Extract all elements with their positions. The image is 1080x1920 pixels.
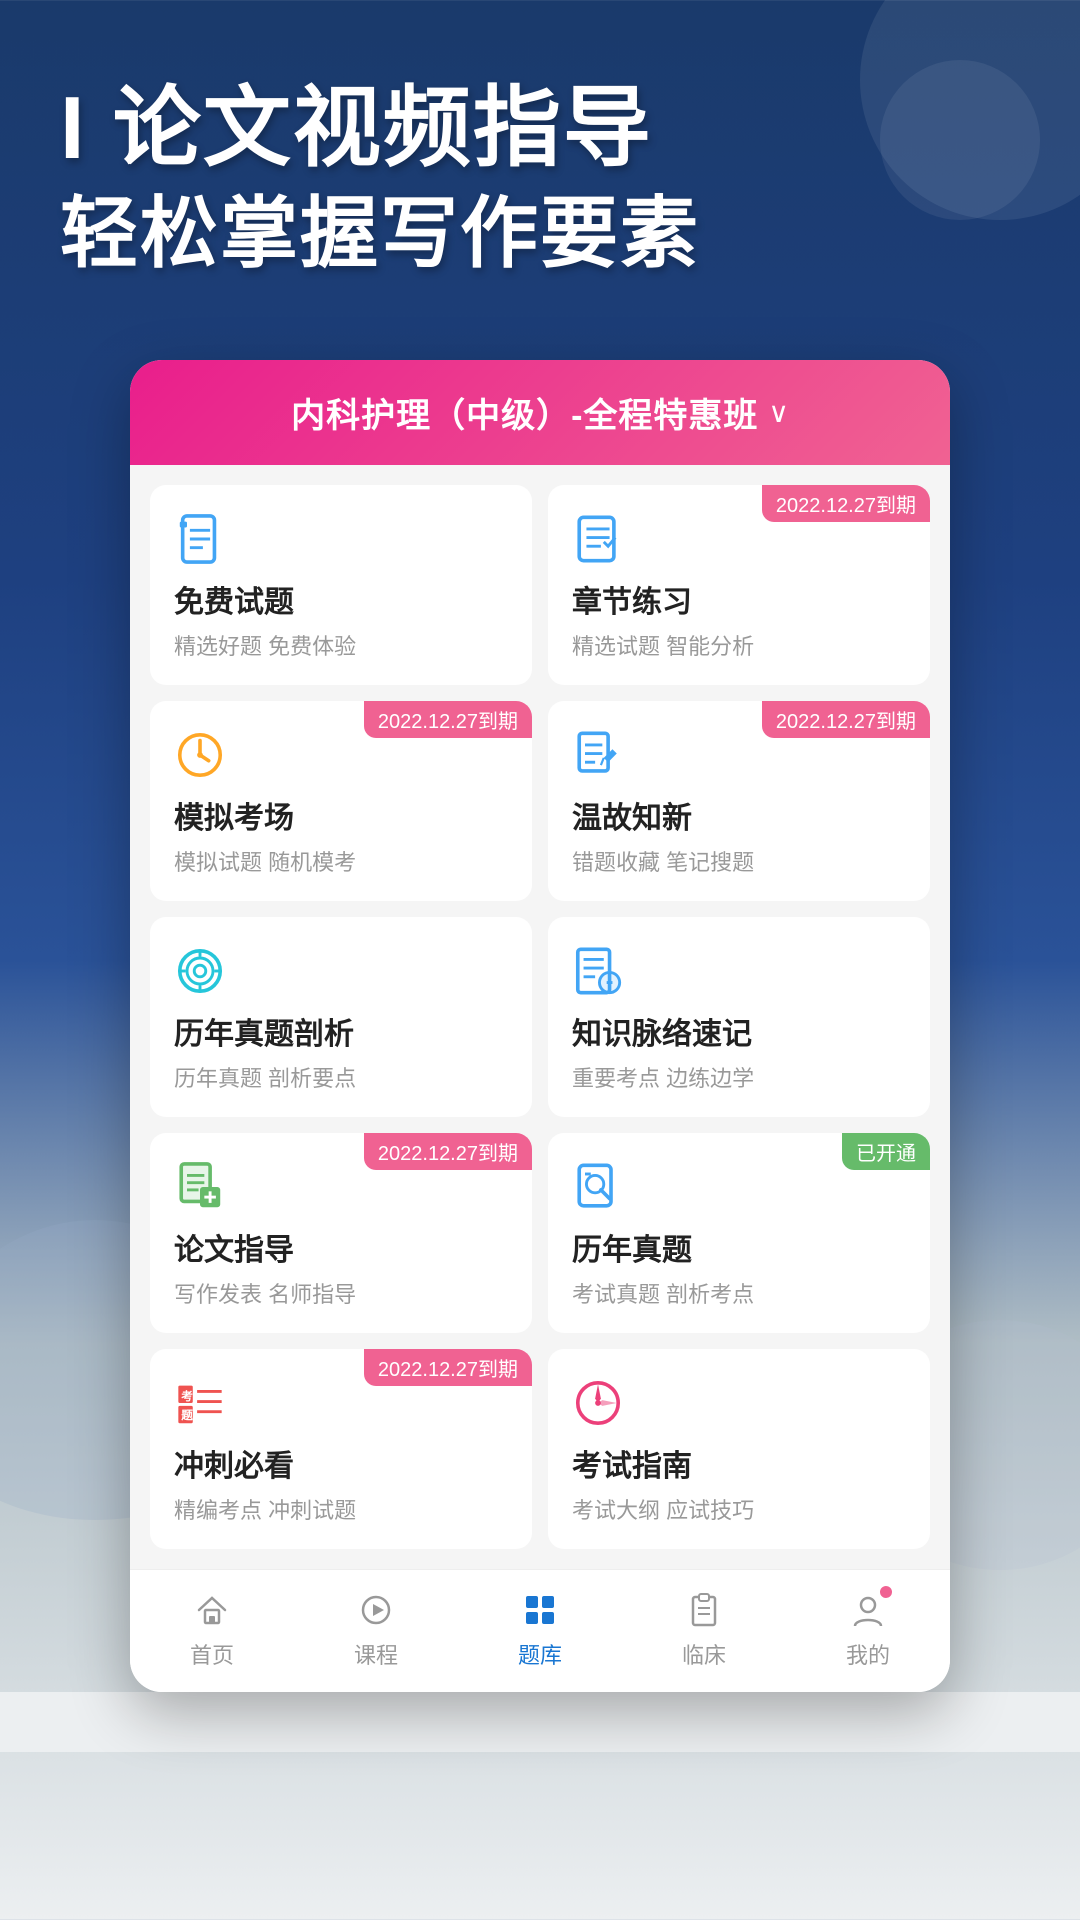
user-icon <box>846 1588 890 1632</box>
nav-label-course: 课程 <box>354 1638 398 1670</box>
card-knowledge-map-name: 知识脉络速记 <box>572 1009 906 1053</box>
card-exam-guide-desc: 考试大纲 应试技巧 <box>572 1493 906 1525</box>
card-free-questions-name: 免费试题 <box>174 577 508 621</box>
bottom-area <box>0 1692 1080 1752</box>
card-past-exams-badge: 已开通 <box>842 1133 930 1170</box>
card-free-questions[interactable]: 免费试题 精选好题 免费体验 <box>150 485 532 685</box>
nav-item-clinical[interactable]: 临床 <box>682 1588 726 1670</box>
card-thesis-guide[interactable]: 2022.12.27到期 论文指导 写作发表 名师指导 <box>150 1133 532 1333</box>
card-review-name: 温故知新 <box>572 793 906 837</box>
compass-icon <box>572 1377 624 1429</box>
card-sprint-name: 冲刺必看 <box>174 1441 508 1485</box>
card-mock-exam[interactable]: 2022.12.27到期 模拟考场 模拟试题 随机模考 <box>150 701 532 901</box>
nav-label-home: 首页 <box>190 1638 234 1670</box>
card-knowledge-map[interactable]: 知识脉络速记 重要考点 边练边学 <box>548 917 930 1117</box>
card-past-analysis-desc: 历年真题 剖析要点 <box>174 1061 508 1093</box>
card-sprint[interactable]: 2022.12.27到期 考点 题题 冲刺必看 精编考点 冲刺试题 <box>150 1349 532 1549</box>
hero-title-line1: I 论文视频指导 <box>60 80 1020 177</box>
nav-item-mine[interactable]: 我的 <box>846 1588 890 1670</box>
card-review[interactable]: 2022.12.27到期 温故知新 错题收藏 笔记搜题 <box>548 701 930 901</box>
card-review-badge: 2022.12.27到期 <box>762 701 930 738</box>
grid-icon <box>518 1588 562 1632</box>
keypoint-icon: 考点 题题 <box>174 1377 226 1429</box>
feature-grid: 免费试题 精选好题 免费体验 2022.12.27到期 章节练习 精选试题 智能… <box>130 465 950 1569</box>
clipboard-icon <box>682 1588 726 1632</box>
nav-label-questions: 题库 <box>518 1638 562 1670</box>
card-exam-guide[interactable]: 考试指南 考试大纲 应试技巧 <box>548 1349 930 1549</box>
paper-icon <box>174 1161 226 1213</box>
course-title: 内科护理（中级）-全程特惠班 <box>291 388 758 437</box>
clock-icon <box>174 729 226 781</box>
nav-label-clinical: 临床 <box>682 1638 726 1670</box>
play-icon <box>354 1588 398 1632</box>
bottom-navigation: 首页 课程 题库 <box>130 1569 950 1692</box>
card-mock-exam-desc: 模拟试题 随机模考 <box>174 845 508 877</box>
card-sprint-desc: 精编考点 冲刺试题 <box>174 1493 508 1525</box>
home-icon <box>190 1588 234 1632</box>
nav-item-course[interactable]: 课程 <box>354 1588 398 1670</box>
card-chapter-practice[interactable]: 2022.12.27到期 章节练习 精选试题 智能分析 <box>548 485 930 685</box>
card-thesis-guide-desc: 写作发表 名师指导 <box>174 1277 508 1309</box>
card-past-analysis[interactable]: 历年真题剖析 历年真题 剖析要点 <box>150 917 532 1117</box>
card-past-exams-name: 历年真题 <box>572 1225 906 1269</box>
hero-title-line2: 轻松掌握写作要素 <box>60 187 1020 281</box>
nav-label-mine: 我的 <box>846 1638 890 1670</box>
card-knowledge-map-desc: 重要考点 边练边学 <box>572 1061 906 1093</box>
target-icon <box>174 945 226 997</box>
card-mock-exam-badge: 2022.12.27到期 <box>364 701 532 738</box>
card-review-desc: 错题收藏 笔记搜题 <box>572 845 906 877</box>
document-icon <box>174 513 226 565</box>
card-past-analysis-name: 历年真题剖析 <box>174 1009 508 1053</box>
list-icon <box>572 513 624 565</box>
device-frame: 内科护理（中级）-全程特惠班 ∨ 免费试题 精选好题 免费体验 2022.12.… <box>130 360 950 1692</box>
nav-item-home[interactable]: 首页 <box>190 1588 234 1670</box>
notes-icon <box>572 945 624 997</box>
card-exam-guide-name: 考试指南 <box>572 1441 906 1485</box>
card-past-exams-desc: 考试真题 剖析考点 <box>572 1277 906 1309</box>
card-chapter-practice-desc: 精选试题 智能分析 <box>572 629 906 661</box>
course-selector[interactable]: 内科护理（中级）-全程特惠班 ∨ <box>130 360 950 465</box>
hero-section: I 论文视频指导 轻松掌握写作要素 <box>0 0 1080 320</box>
nav-item-questions[interactable]: 题库 <box>518 1588 562 1670</box>
card-chapter-practice-name: 章节练习 <box>572 577 906 621</box>
card-past-exams[interactable]: 已开通 历年真题 考试真题 剖析考点 <box>548 1133 930 1333</box>
card-mock-exam-name: 模拟考场 <box>174 793 508 837</box>
card-thesis-guide-name: 论文指导 <box>174 1225 508 1269</box>
course-dropdown-arrow: ∨ <box>768 396 789 429</box>
exam-icon <box>572 1161 624 1213</box>
card-free-questions-desc: 精选好题 免费体验 <box>174 629 508 661</box>
card-chapter-practice-badge: 2022.12.27到期 <box>762 485 930 522</box>
card-sprint-badge: 2022.12.27到期 <box>364 1349 532 1386</box>
edit-icon <box>572 729 624 781</box>
card-thesis-guide-badge: 2022.12.27到期 <box>364 1133 532 1170</box>
